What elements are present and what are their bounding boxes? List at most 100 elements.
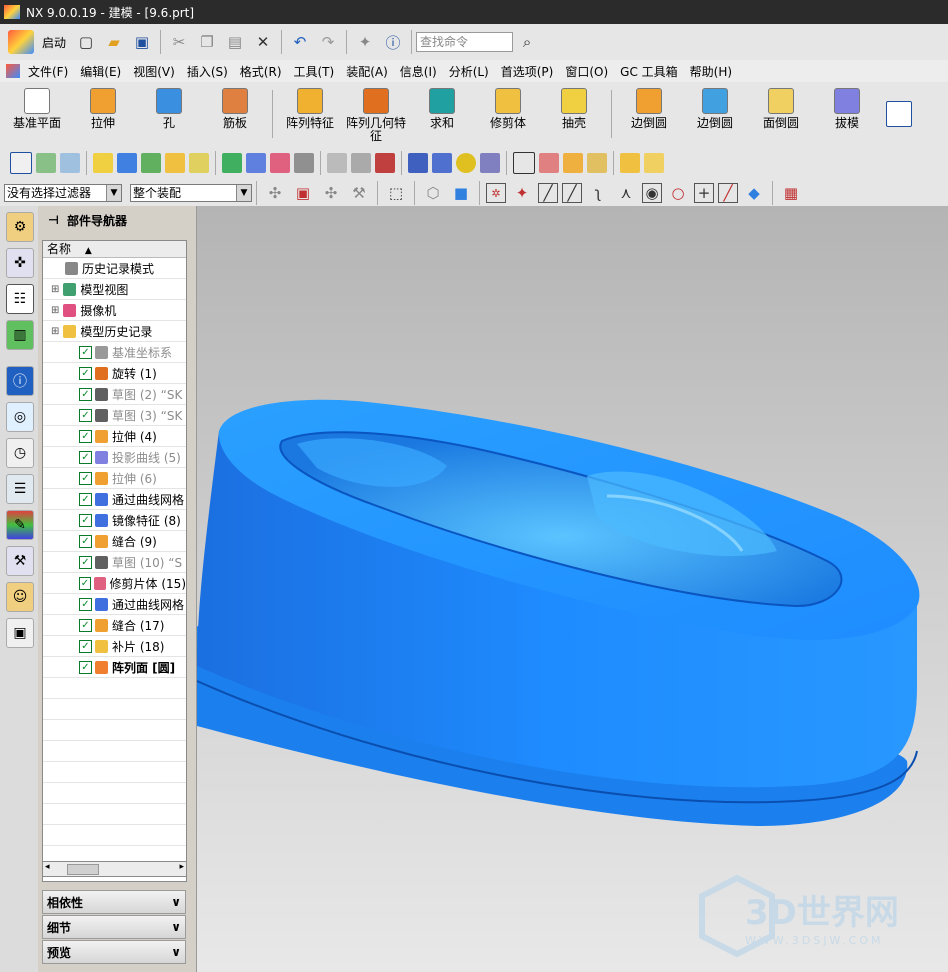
tree-node[interactable]: ⊞ 模型视图 <box>43 279 186 300</box>
tree-node[interactable]: ✓ 缝合 (17) <box>43 615 186 636</box>
spring-icon[interactable] <box>432 153 452 173</box>
copy-icon[interactable]: ❐ <box>195 30 219 54</box>
snap-circle-icon[interactable]: ○ <box>666 181 690 205</box>
new-file-icon[interactable]: ▢ <box>74 30 98 54</box>
visibility-checkbox[interactable]: ✓ <box>79 366 92 380</box>
user-roles-icon[interactable]: ☺ <box>6 582 34 612</box>
redo-icon[interactable]: ↷ <box>316 30 340 54</box>
menu-item[interactable]: 文件(F) <box>22 63 74 80</box>
feature-button[interactable]: 筋板 <box>202 84 268 144</box>
reuse-library-icon[interactable]: ▥ <box>6 320 34 350</box>
palette-icon[interactable]: ✎ <box>6 510 34 540</box>
select-chain-icon[interactable]: ⚒ <box>347 181 371 205</box>
expand-icon[interactable]: ⊞ <box>51 326 59 337</box>
rectangle-select-icon[interactable]: ⬚ <box>384 181 408 205</box>
curve-icon[interactable] <box>327 153 347 173</box>
graphics-window[interactable]: 3D世界网 WWW.3DSJW.COM <box>197 206 948 972</box>
scroll-thumb[interactable] <box>67 864 99 875</box>
expand-icon[interactable]: ⊞ <box>51 305 59 316</box>
undo-icon[interactable]: ↶ <box>288 30 312 54</box>
visibility-checkbox[interactable]: ✓ <box>79 576 91 590</box>
column-header-name[interactable]: 名称 ▲ <box>43 241 186 258</box>
menu-item[interactable]: 帮助(H) <box>684 63 738 80</box>
tree-node[interactable]: ✓ 拉伸 (6) <box>43 468 186 489</box>
visibility-checkbox[interactable]: ✓ <box>79 450 92 464</box>
assembly-navigator-icon[interactable]: ⚙ <box>6 212 34 242</box>
cylinder-icon[interactable] <box>408 153 428 173</box>
scroll-right-icon[interactable]: ▸ <box>179 862 184 872</box>
tree-node[interactable]: ✓ 投影曲线 (5) <box>43 447 186 468</box>
feature-button[interactable]: 阵列特征 <box>277 84 343 144</box>
menu-item[interactable]: 分析(L) <box>443 63 495 80</box>
pin-icon[interactable]: ⊣ <box>48 213 59 227</box>
menu-icon[interactable] <box>6 64 20 78</box>
search-icon[interactable]: ⌕ <box>515 30 539 54</box>
tree-node[interactable]: ✓ 通过曲线网格 <box>43 594 186 615</box>
bearing-icon[interactable] <box>456 153 476 173</box>
history-icon[interactable]: ◷ <box>6 438 34 468</box>
table-icon[interactable] <box>246 153 266 173</box>
tree-node[interactable]: ✓ 缝合 (9) <box>43 531 186 552</box>
tree-node[interactable]: ✓ 阵列面 [圆] <box>43 657 186 678</box>
snap-intersection-icon[interactable]: ⋏ <box>614 181 638 205</box>
gear-icon[interactable] <box>480 153 500 173</box>
feature-button[interactable]: 面倒圆 <box>748 84 814 144</box>
feature-button[interactable]: 抽壳 <box>541 84 607 144</box>
snap-icon[interactable]: ✣ <box>263 181 287 205</box>
feature-button[interactable]: 阵列几何特征 <box>343 84 409 144</box>
scope-select[interactable]: 整个装配 ▼ <box>130 184 252 202</box>
snap-end-icon[interactable]: ✲ <box>486 183 506 203</box>
menu-item[interactable]: 工具(T) <box>288 63 341 80</box>
visibility-checkbox[interactable]: ✓ <box>79 408 92 422</box>
delete-icon[interactable]: ✕ <box>251 30 275 54</box>
menu-item[interactable]: 视图(V) <box>127 63 181 80</box>
tree-node[interactable]: ✓ 草图 (3) “SK <box>43 405 186 426</box>
add-part-icon[interactable] <box>563 153 583 173</box>
layer-settings-icon[interactable] <box>60 153 80 173</box>
snap-point-icon[interactable]: + <box>694 183 714 203</box>
snap-tangent-icon[interactable]: ╱ <box>562 183 582 203</box>
tree-node[interactable]: ✓ 草图 (10) “S <box>43 552 186 573</box>
process-studio-icon[interactable]: ☰ <box>6 474 34 504</box>
visibility-checkbox[interactable]: ✓ <box>79 618 92 632</box>
tree-node[interactable]: ⊞ 模型历史记录 <box>43 321 186 342</box>
visibility-checkbox[interactable]: ✓ <box>79 534 92 548</box>
tree-node[interactable]: 历史记录模式 <box>43 258 186 279</box>
command-search-input[interactable]: 查找命令 <box>416 32 514 52</box>
snap-curve-icon[interactable]: ʅ <box>586 181 610 205</box>
feature-button[interactable]: 边倒圆 <box>616 84 682 144</box>
repeat-command-icon[interactable]: ✦ <box>353 30 377 54</box>
visibility-checkbox[interactable]: ✓ <box>79 429 92 443</box>
feature-button[interactable]: 修剪体 <box>475 84 541 144</box>
visibility-checkbox[interactable]: ✓ <box>79 513 92 527</box>
tree-node[interactable]: ⊞ 摄像机 <box>43 300 186 321</box>
snap-center-icon[interactable]: ◉ <box>642 183 662 203</box>
menu-item[interactable]: 编辑(E) <box>74 63 127 80</box>
type-filter-select[interactable]: 没有选择过滤器 ▼ <box>4 184 122 202</box>
snap-mid-icon[interactable]: ✦ <box>510 181 534 205</box>
tree-node[interactable]: ✓ 草图 (2) “SK <box>43 384 186 405</box>
feature-button[interactable]: 拉伸 <box>70 84 136 144</box>
model-view[interactable]: 3D世界网 WWW.3DSJW.COM <box>197 206 948 972</box>
menu-item[interactable]: 窗口(O) <box>559 63 614 80</box>
shade-icon[interactable]: ⬡ <box>421 181 445 205</box>
tree-node[interactable]: ✓ 基准坐标系 <box>43 342 186 363</box>
menu-item[interactable]: 格式(R) <box>234 63 288 80</box>
csys-icon[interactable] <box>294 153 314 173</box>
solid-cube-icon[interactable]: ■ <box>449 181 473 205</box>
menu-item[interactable]: 首选项(P) <box>495 63 560 80</box>
snap-face-icon[interactable]: ◆ <box>742 181 766 205</box>
visibility-checkbox[interactable]: ✓ <box>79 597 92 611</box>
start-icon[interactable] <box>8 30 34 54</box>
layer-icon[interactable] <box>36 153 56 173</box>
info-icon[interactable]: ⓘ <box>6 366 34 396</box>
text-icon[interactable] <box>189 153 209 173</box>
tree-node[interactable]: ✓ 补片 (18) <box>43 636 186 657</box>
menu-item[interactable]: 插入(S) <box>181 63 234 80</box>
grid-table-icon[interactable] <box>539 153 559 173</box>
system-materials-icon[interactable]: ▣ <box>6 618 34 648</box>
measure-icon[interactable] <box>141 153 161 173</box>
feature-button[interactable]: 求和 <box>409 84 475 144</box>
save-icon[interactable]: ▣ <box>130 30 154 54</box>
visibility-checkbox[interactable]: ✓ <box>79 555 92 569</box>
